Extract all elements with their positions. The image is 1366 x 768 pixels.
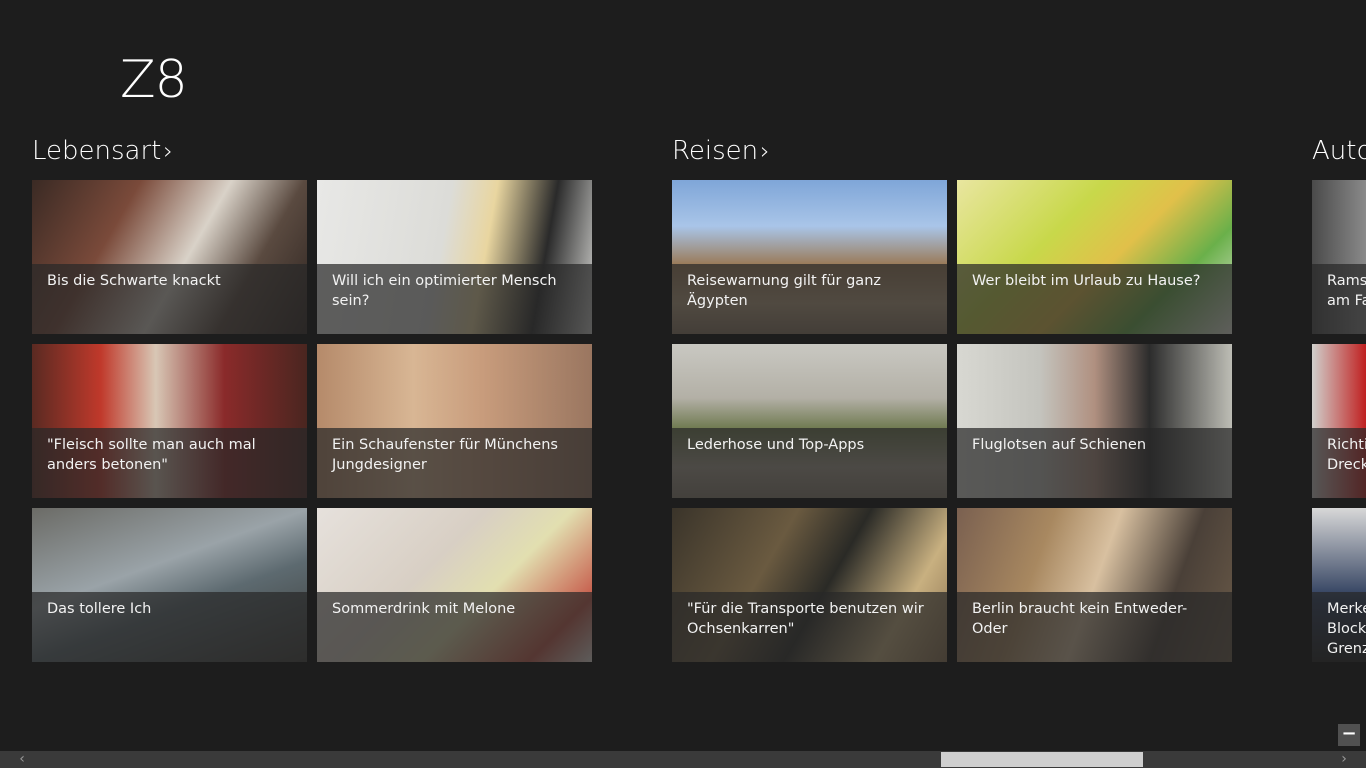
tile-caption: Wer bleibt im Urlaub zu Hause? <box>957 264 1232 334</box>
zoom-out-button[interactable]: − <box>1338 724 1360 746</box>
section-label: Lebensart <box>32 136 162 166</box>
tile-caption: Ramsa am Fa <box>1312 264 1366 334</box>
news-tile[interactable]: Wer bleibt im Urlaub zu Hause? <box>957 180 1232 334</box>
news-tile[interactable]: Ramsa am Fa <box>1312 180 1366 334</box>
news-tile[interactable]: Das tollere Ich <box>32 508 307 662</box>
tile-caption: Bis die Schwarte knackt <box>32 264 307 334</box>
horizontal-scrollbar[interactable]: ‹ › <box>0 751 1366 768</box>
chevron-right-icon: › <box>760 137 770 165</box>
tile-caption: Will ich ein optimierter Mensch sein? <box>317 264 592 334</box>
news-tile[interactable]: Richtic Dreck <box>1312 344 1366 498</box>
news-tile[interactable]: "Fleisch sollte man auch mal anders beto… <box>32 344 307 498</box>
news-tile[interactable]: Lederhose und Top-Apps <box>672 344 947 498</box>
app-title: Z8 <box>120 50 188 110</box>
tile-caption: Ein Schaufenster für Münchens Jungdesign… <box>317 428 592 498</box>
section-header-reisen[interactable]: Reisen› <box>672 133 770 169</box>
scroll-right-icon[interactable]: › <box>1334 751 1354 768</box>
news-tile[interactable]: Will ich ein optimierter Mensch sein? <box>317 180 592 334</box>
news-tile[interactable]: Sommerdrink mit Melone <box>317 508 592 662</box>
section-header-auto[interactable]: Auto <box>1312 133 1366 169</box>
section-label: Reisen <box>672 136 759 166</box>
news-tile[interactable]: Reisewarnung gilt für ganz Ägypten <box>672 180 947 334</box>
section-label: Auto <box>1312 136 1366 166</box>
tile-caption: Merke Blocka Grenz <box>1312 592 1366 662</box>
tile-caption: Das tollere Ich <box>32 592 307 662</box>
tile-caption: Fluglotsen auf Schienen <box>957 428 1232 498</box>
section-header-lebensart[interactable]: Lebensart› <box>32 133 173 169</box>
tile-caption: Lederhose und Top-Apps <box>672 428 947 498</box>
tile-caption: Berlin braucht kein Entweder-Oder <box>957 592 1232 662</box>
news-tile[interactable]: "Für die Transporte benutzen wir Ochsenk… <box>672 508 947 662</box>
tile-caption: "Fleisch sollte man auch mal anders beto… <box>32 428 307 498</box>
tile-caption: Reisewarnung gilt für ganz Ägypten <box>672 264 947 334</box>
chevron-right-icon: › <box>163 137 173 165</box>
news-tile[interactable]: Bis die Schwarte knackt <box>32 180 307 334</box>
news-tile[interactable]: Berlin braucht kein Entweder-Oder <box>957 508 1232 662</box>
news-tile[interactable]: Ein Schaufenster für Münchens Jungdesign… <box>317 344 592 498</box>
scroll-left-icon[interactable]: ‹ <box>12 751 32 768</box>
news-tile[interactable]: Fluglotsen auf Schienen <box>957 344 1232 498</box>
scroll-thumb[interactable] <box>941 752 1143 767</box>
news-tile[interactable]: Merke Blocka Grenz <box>1312 508 1366 662</box>
tile-caption: "Für die Transporte benutzen wir Ochsenk… <box>672 592 947 662</box>
tile-caption: Richtic Dreck <box>1312 428 1366 498</box>
tile-caption: Sommerdrink mit Melone <box>317 592 592 662</box>
